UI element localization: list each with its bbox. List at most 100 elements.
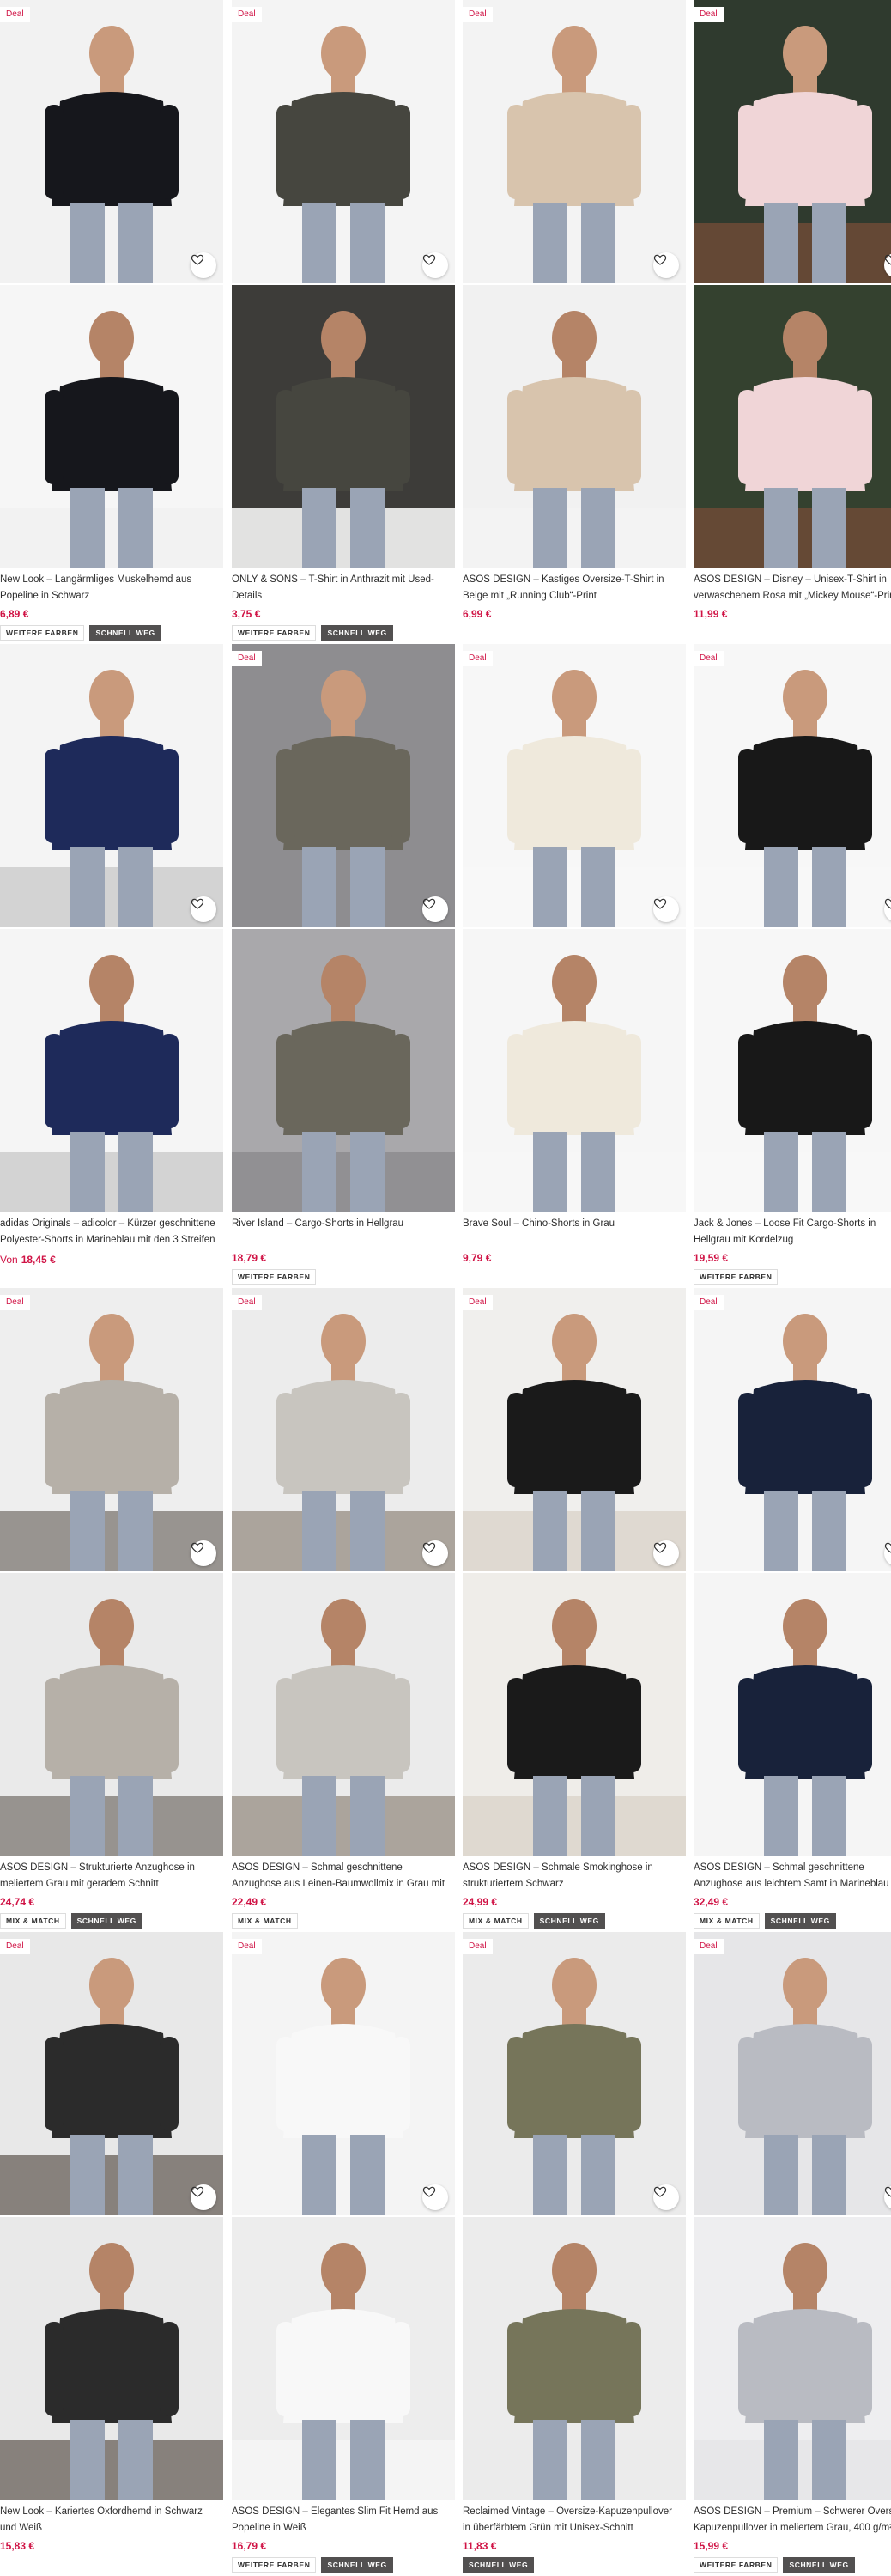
save-for-later-button[interactable]: [653, 896, 679, 922]
product-image[interactable]: Deal: [232, 0, 455, 283]
product-title[interactable]: River Island – Cargo-Shorts in Hellgrau: [232, 1216, 452, 1232]
product-image[interactable]: Deal: [232, 1288, 455, 1571]
product-image[interactable]: Deal: [694, 1288, 891, 1571]
product-image[interactable]: Deal: [694, 0, 891, 283]
product-card[interactable]: Deal ONLY & SONS – T-Shirt in Anthrazit m…: [232, 0, 457, 644]
product-image-alt[interactable]: [232, 285, 455, 568]
product-image-alt[interactable]: [0, 929, 223, 1212]
model-figure: [738, 670, 872, 927]
product-image[interactable]: Deal: [0, 1932, 223, 2215]
product-image[interactable]: Deal: [463, 1932, 686, 2215]
product-title[interactable]: ASOS DESIGN – Premium – Schwerer Oversiz…: [694, 2504, 891, 2537]
product-image-alt[interactable]: [0, 2217, 223, 2500]
product-card[interactable]: Deal River Island – Cargo-Shorts in Hellg…: [232, 644, 457, 1288]
product-card[interactable]: Deal ASOS DESIGN – Strukturierte Anzughos…: [0, 1288, 225, 1932]
more-colors-tag[interactable]: WEITERE FARBEN: [232, 1269, 317, 1285]
product-title[interactable]: ASOS DESIGN – Schmal geschnittene Anzugh…: [694, 1860, 891, 1893]
product-image-alt[interactable]: [694, 1573, 891, 1856]
product-price: 6,89 €: [0, 606, 28, 622]
product-card[interactable]: Deal Jack & Jones – Loose Fit Cargo-Short…: [694, 644, 891, 1288]
product-image[interactable]: Deal: [0, 1288, 223, 1571]
price-value: 15,83 €: [0, 2540, 35, 2552]
save-for-later-button[interactable]: [653, 1540, 679, 1566]
product-image[interactable]: Deal: [0, 0, 223, 283]
mix-match-tag[interactable]: MIX & MATCH: [463, 1913, 529, 1929]
save-for-later-button[interactable]: [191, 896, 216, 922]
more-colors-tag[interactable]: WEITERE FARBEN: [694, 1269, 779, 1285]
product-card[interactable]: Deal ASOS DESIGN – Disney – Unisex-T-Shir…: [694, 0, 891, 644]
product-image[interactable]: [0, 644, 223, 927]
deal-badge: Deal: [694, 7, 724, 22]
product-card[interactable]: Deal New Look – Langärmliges Muskelhemd a…: [0, 0, 225, 644]
product-image[interactable]: Deal: [463, 644, 686, 927]
more-colors-tag[interactable]: WEITERE FARBEN: [232, 625, 317, 641]
product-card[interactable]: Deal Reclaimed Vintage – Oversize-Kapuzen…: [463, 1932, 688, 2576]
more-colors-tag[interactable]: WEITERE FARBEN: [694, 2557, 779, 2573]
product-card[interactable]: Deal New Look – Kariertes Oxfordhemd in S…: [0, 1932, 225, 2576]
product-title[interactable]: ASOS DESIGN – Strukturierte Anzughose in…: [0, 1860, 220, 1893]
product-title[interactable]: Brave Soul – Chino-Shorts in Grau: [463, 1216, 682, 1232]
product-image-alt[interactable]: [0, 1573, 223, 1856]
save-for-later-button[interactable]: [191, 2184, 216, 2210]
product-card[interactable]: Deal ASOS DESIGN – Schmal geschnittene An…: [694, 1288, 891, 1932]
model-figure: [507, 955, 641, 1212]
product-card[interactable]: Deal Brave Soul – Chino-Shorts in Grau 9,7…: [463, 644, 688, 1288]
mix-match-tag[interactable]: MIX & MATCH: [694, 1913, 760, 1929]
product-card[interactable]: Deal ASOS DESIGN – Schmal geschnittene An…: [232, 1288, 457, 1932]
product-image-alt[interactable]: [0, 285, 223, 568]
product-image[interactable]: Deal: [463, 0, 686, 283]
selling-fast-tag: SCHNELL WEG: [783, 2557, 855, 2573]
save-for-later-button[interactable]: [422, 2184, 448, 2210]
product-card[interactable]: adidas Originals – adicolor – Kürzer ges…: [0, 644, 225, 1288]
product-image[interactable]: Deal: [463, 1288, 686, 1571]
product-image-alt[interactable]: [232, 2217, 455, 2500]
mix-match-tag[interactable]: MIX & MATCH: [0, 1913, 66, 1929]
product-title[interactable]: Reclaimed Vintage – Oversize-Kapuzenpull…: [463, 2504, 682, 2537]
product-title[interactable]: adidas Originals – adicolor – Kürzer ges…: [0, 1216, 220, 1249]
heart-icon: [653, 2186, 667, 2197]
product-card[interactable]: Deal ASOS DESIGN – Premium – Schwerer Ove…: [694, 1932, 891, 2576]
product-image-alt[interactable]: [463, 929, 686, 1212]
save-for-later-button[interactable]: [653, 2184, 679, 2210]
product-image-alt[interactable]: [463, 1573, 686, 1856]
product-title[interactable]: ONLY & SONS – T-Shirt in Anthrazit mit U…: [232, 572, 452, 605]
product-image-alt[interactable]: [694, 2217, 891, 2500]
more-colors-tag[interactable]: WEITERE FARBEN: [0, 625, 85, 641]
product-title[interactable]: ASOS DESIGN – Schmal geschnittene Anzugh…: [232, 1860, 452, 1893]
model-figure: [45, 1599, 179, 1856]
product-image-alt[interactable]: [463, 285, 686, 568]
save-for-later-button[interactable]: [191, 252, 216, 278]
product-card[interactable]: Deal ASOS DESIGN – Kastiges Oversize-T-Sh…: [463, 0, 688, 644]
model-figure: [738, 311, 872, 568]
save-for-later-button[interactable]: [191, 1540, 216, 1566]
save-for-later-button[interactable]: [653, 252, 679, 278]
product-price: 19,59 €: [694, 1250, 728, 1266]
product-card[interactable]: Deal ASOS DESIGN – Elegantes Slim Fit Hem…: [232, 1932, 457, 2576]
product-title[interactable]: Jack & Jones – Loose Fit Cargo-Shorts in…: [694, 1216, 891, 1249]
save-for-later-button[interactable]: [422, 252, 448, 278]
save-for-later-button[interactable]: [422, 896, 448, 922]
more-colors-tag[interactable]: WEITERE FARBEN: [232, 2557, 317, 2573]
product-image[interactable]: Deal: [694, 1932, 891, 2215]
product-title[interactable]: New Look – Langärmliges Muskelhemd aus P…: [0, 572, 220, 605]
model-figure: [276, 955, 410, 1212]
product-image-alt[interactable]: [694, 285, 891, 568]
mix-match-tag[interactable]: MIX & MATCH: [232, 1913, 298, 1929]
product-title[interactable]: ASOS DESIGN – Schmale Smokinghose in str…: [463, 1860, 682, 1893]
product-image[interactable]: Deal: [232, 1932, 455, 2215]
product-tags: WEITERE FARBEN: [232, 1269, 317, 1285]
product-title[interactable]: ASOS DESIGN – Kastiges Oversize-T-Shirt …: [463, 572, 682, 605]
product-title[interactable]: ASOS DESIGN – Elegantes Slim Fit Hemd au…: [232, 2504, 452, 2537]
model-figure: [45, 26, 179, 283]
product-card[interactable]: Deal ASOS DESIGN – Schmale Smokinghose in…: [463, 1288, 688, 1932]
model-figure: [45, 2243, 179, 2500]
product-image-alt[interactable]: [463, 2217, 686, 2500]
product-image[interactable]: Deal: [694, 644, 891, 927]
product-image-alt[interactable]: [232, 1573, 455, 1856]
product-image-alt[interactable]: [694, 929, 891, 1212]
product-title[interactable]: New Look – Kariertes Oxfordhemd in Schwa…: [0, 2504, 220, 2537]
product-title[interactable]: ASOS DESIGN – Disney – Unisex-T-Shirt in…: [694, 572, 891, 605]
product-image-alt[interactable]: [232, 929, 455, 1212]
product-image[interactable]: Deal: [232, 644, 455, 927]
save-for-later-button[interactable]: [422, 1540, 448, 1566]
